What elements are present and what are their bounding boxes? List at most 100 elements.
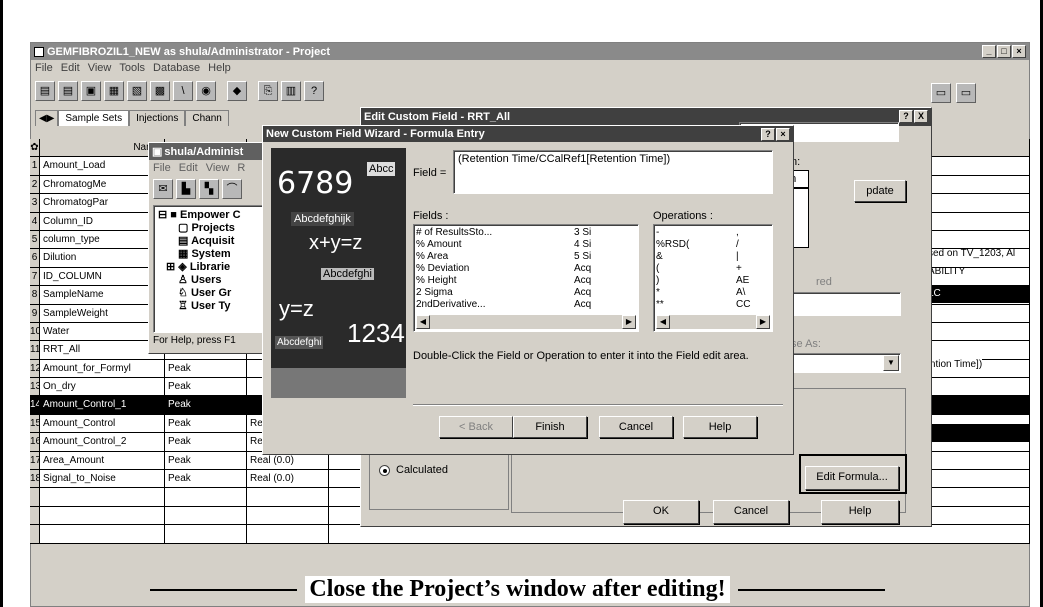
ok-button[interactable]: OK [623, 500, 699, 524]
empower-tool-3[interactable]: ▚ [199, 179, 219, 199]
field-formula-input[interactable]: (Retention Time/CCalRef1[Retention Time]… [453, 150, 773, 194]
empower-tool-2[interactable]: ▙ [176, 179, 196, 199]
toolbar-button-2[interactable]: ▤ [58, 81, 78, 101]
calculated-radio[interactable]: Calculated [379, 464, 448, 476]
maximize-button[interactable]: □ [997, 45, 1011, 58]
help-button[interactable]: ? [899, 110, 913, 123]
toolbar-button-8[interactable]: ◉ [196, 81, 216, 101]
list-item[interactable]: & | [656, 251, 770, 263]
tab-channels[interactable]: Chann [185, 110, 229, 126]
cell-name: Water [40, 322, 165, 341]
list-item[interactable]: ** CC [656, 299, 770, 311]
chevron-down-icon[interactable]: ▼ [883, 355, 899, 371]
close-button[interactable]: × [1012, 45, 1026, 58]
toolbar-button-7[interactable]: \ [173, 81, 193, 101]
wizard-help-button[interactable]: ? [761, 128, 775, 141]
empower-menu-r[interactable]: R [237, 162, 245, 174]
cancel-button[interactable]: Cancel [599, 416, 673, 438]
menu-help[interactable]: Help [208, 62, 231, 74]
fields-list[interactable]: # of ResultsSto... 3 Si% Amount 4 Si% Area… [413, 224, 639, 332]
empower-menu-file[interactable]: File [153, 162, 171, 174]
toolbar-button-5[interactable]: ▧ [127, 81, 147, 101]
menu-database[interactable]: Database [153, 62, 200, 74]
header-name[interactable]: Name [40, 139, 165, 157]
empower-tool-4[interactable]: ⌒ [222, 179, 242, 199]
list-item[interactable]: -, [656, 227, 770, 239]
update-button[interactable]: pdate [854, 180, 906, 202]
cell-name: Dilution [40, 249, 165, 267]
list-item[interactable]: % Deviation Acq [416, 263, 636, 275]
user-type-icon: ♖ [178, 300, 188, 312]
menu-tools[interactable]: Tools [119, 62, 145, 74]
cell-num: 11 [30, 341, 40, 359]
list-item[interactable]: % Area 5 Si [416, 251, 636, 263]
help-pointer-icon[interactable]: ? [304, 81, 324, 101]
scroll-right-icon[interactable]: ▶ [756, 315, 770, 329]
art-text: Abcdefghijk [291, 212, 354, 226]
tab-injections[interactable]: Injections [129, 110, 186, 126]
list-item[interactable]: 2ndDerivative... Acq [416, 299, 636, 311]
list-item[interactable]: %RSD(/ [656, 239, 770, 251]
menu-view[interactable]: View [88, 62, 112, 74]
list-item[interactable]: (+ [656, 263, 770, 275]
wizard-title: New Custom Field Wizard - Formula Entry [266, 128, 485, 140]
cell-num: 18 [30, 470, 40, 488]
empower-menu-edit[interactable]: Edit [179, 162, 198, 174]
partial-field[interactable] [781, 292, 901, 316]
cell-name: column_type [40, 230, 165, 249]
tab-scroll-left[interactable]: ◀▶ [35, 110, 59, 126]
scroll-right-icon[interactable]: ▶ [622, 315, 636, 329]
list-item[interactable]: ) AE [656, 275, 770, 287]
tab-sample-sets[interactable]: Sample Sets [58, 110, 130, 126]
toolbar-button-4[interactable]: ▦ [104, 81, 124, 101]
ops-scrollbar[interactable]: ◀ ▶ [656, 315, 770, 329]
help-button[interactable]: Help [683, 416, 757, 438]
field-col: Acq [574, 287, 592, 298]
close-button[interactable]: X [914, 110, 928, 123]
finish-button[interactable]: Finish [513, 416, 587, 438]
paste-icon[interactable]: ▥ [281, 81, 301, 101]
save-as-dropdown[interactable]: ▼ [781, 353, 901, 373]
scroll-left-icon[interactable]: ◀ [656, 315, 670, 329]
operation-a: %RSD( [656, 239, 690, 250]
wizard-close-button[interactable]: × [776, 128, 790, 141]
operations-label: Operations : [653, 210, 713, 222]
toolbar-button-right-1[interactable]: ▭ [931, 83, 951, 103]
cell-num: 17 [30, 451, 40, 470]
radio-selected-icon [379, 464, 390, 476]
copy-icon[interactable]: ⎘ [258, 81, 278, 101]
operations-list[interactable]: -, %RSD(/ & |(+) AE * A\ ** CC ◀ ▶ [653, 224, 773, 332]
menu-file[interactable]: File [35, 62, 53, 74]
edit-dialog-title: Edit Custom Field - RRT_All [364, 111, 511, 123]
wizard-title-bar[interactable]: New Custom Field Wizard - Formula Entry … [263, 126, 793, 142]
database-icon: ■ [170, 209, 177, 221]
cancel-button[interactable]: Cancel [713, 500, 789, 524]
toolbar-button-3[interactable]: ▣ [81, 81, 101, 101]
list-item[interactable]: % Height Acq [416, 275, 636, 287]
right-text-r8: LC [922, 285, 1030, 303]
help-button[interactable]: Help [821, 500, 899, 524]
menu-edit[interactable]: Edit [61, 62, 80, 74]
minimize-button[interactable]: _ [982, 45, 996, 58]
table-row-empty [30, 525, 1030, 544]
list-item[interactable]: % Amount 4 Si [416, 239, 636, 251]
operation-b: A\ [736, 287, 746, 298]
list-item[interactable]: 2 Sigma Acq [416, 287, 636, 299]
edit-formula-button[interactable]: Edit Formula... [805, 466, 899, 490]
cell-num: 16 [30, 433, 40, 451]
toolbar-button-1[interactable]: ▤ [35, 81, 55, 101]
empower-menu-view[interactable]: View [206, 162, 230, 174]
empower-tool-1[interactable]: ✉ [153, 179, 173, 199]
cell-type: Peak [165, 378, 247, 396]
user-icon: ♙ [178, 274, 188, 286]
list-item[interactable]: # of ResultsSto... 3 Si [416, 227, 636, 239]
list-item[interactable]: * A\ [656, 287, 770, 299]
project-title-bar[interactable]: GEMFIBROZIL1_NEW as shula/Administrator … [31, 43, 1029, 60]
toolbar-button-6[interactable]: ▩ [150, 81, 170, 101]
fields-scrollbar[interactable]: ◀ ▶ [416, 315, 636, 329]
scroll-left-icon[interactable]: ◀ [416, 315, 430, 329]
toolbar-button-right-2[interactable]: ▭ [956, 83, 976, 103]
toolbar-button-9[interactable]: ◆ [227, 81, 247, 101]
cell-name: ChromatogPar [40, 194, 165, 212]
back-button[interactable]: < Back [439, 416, 513, 438]
